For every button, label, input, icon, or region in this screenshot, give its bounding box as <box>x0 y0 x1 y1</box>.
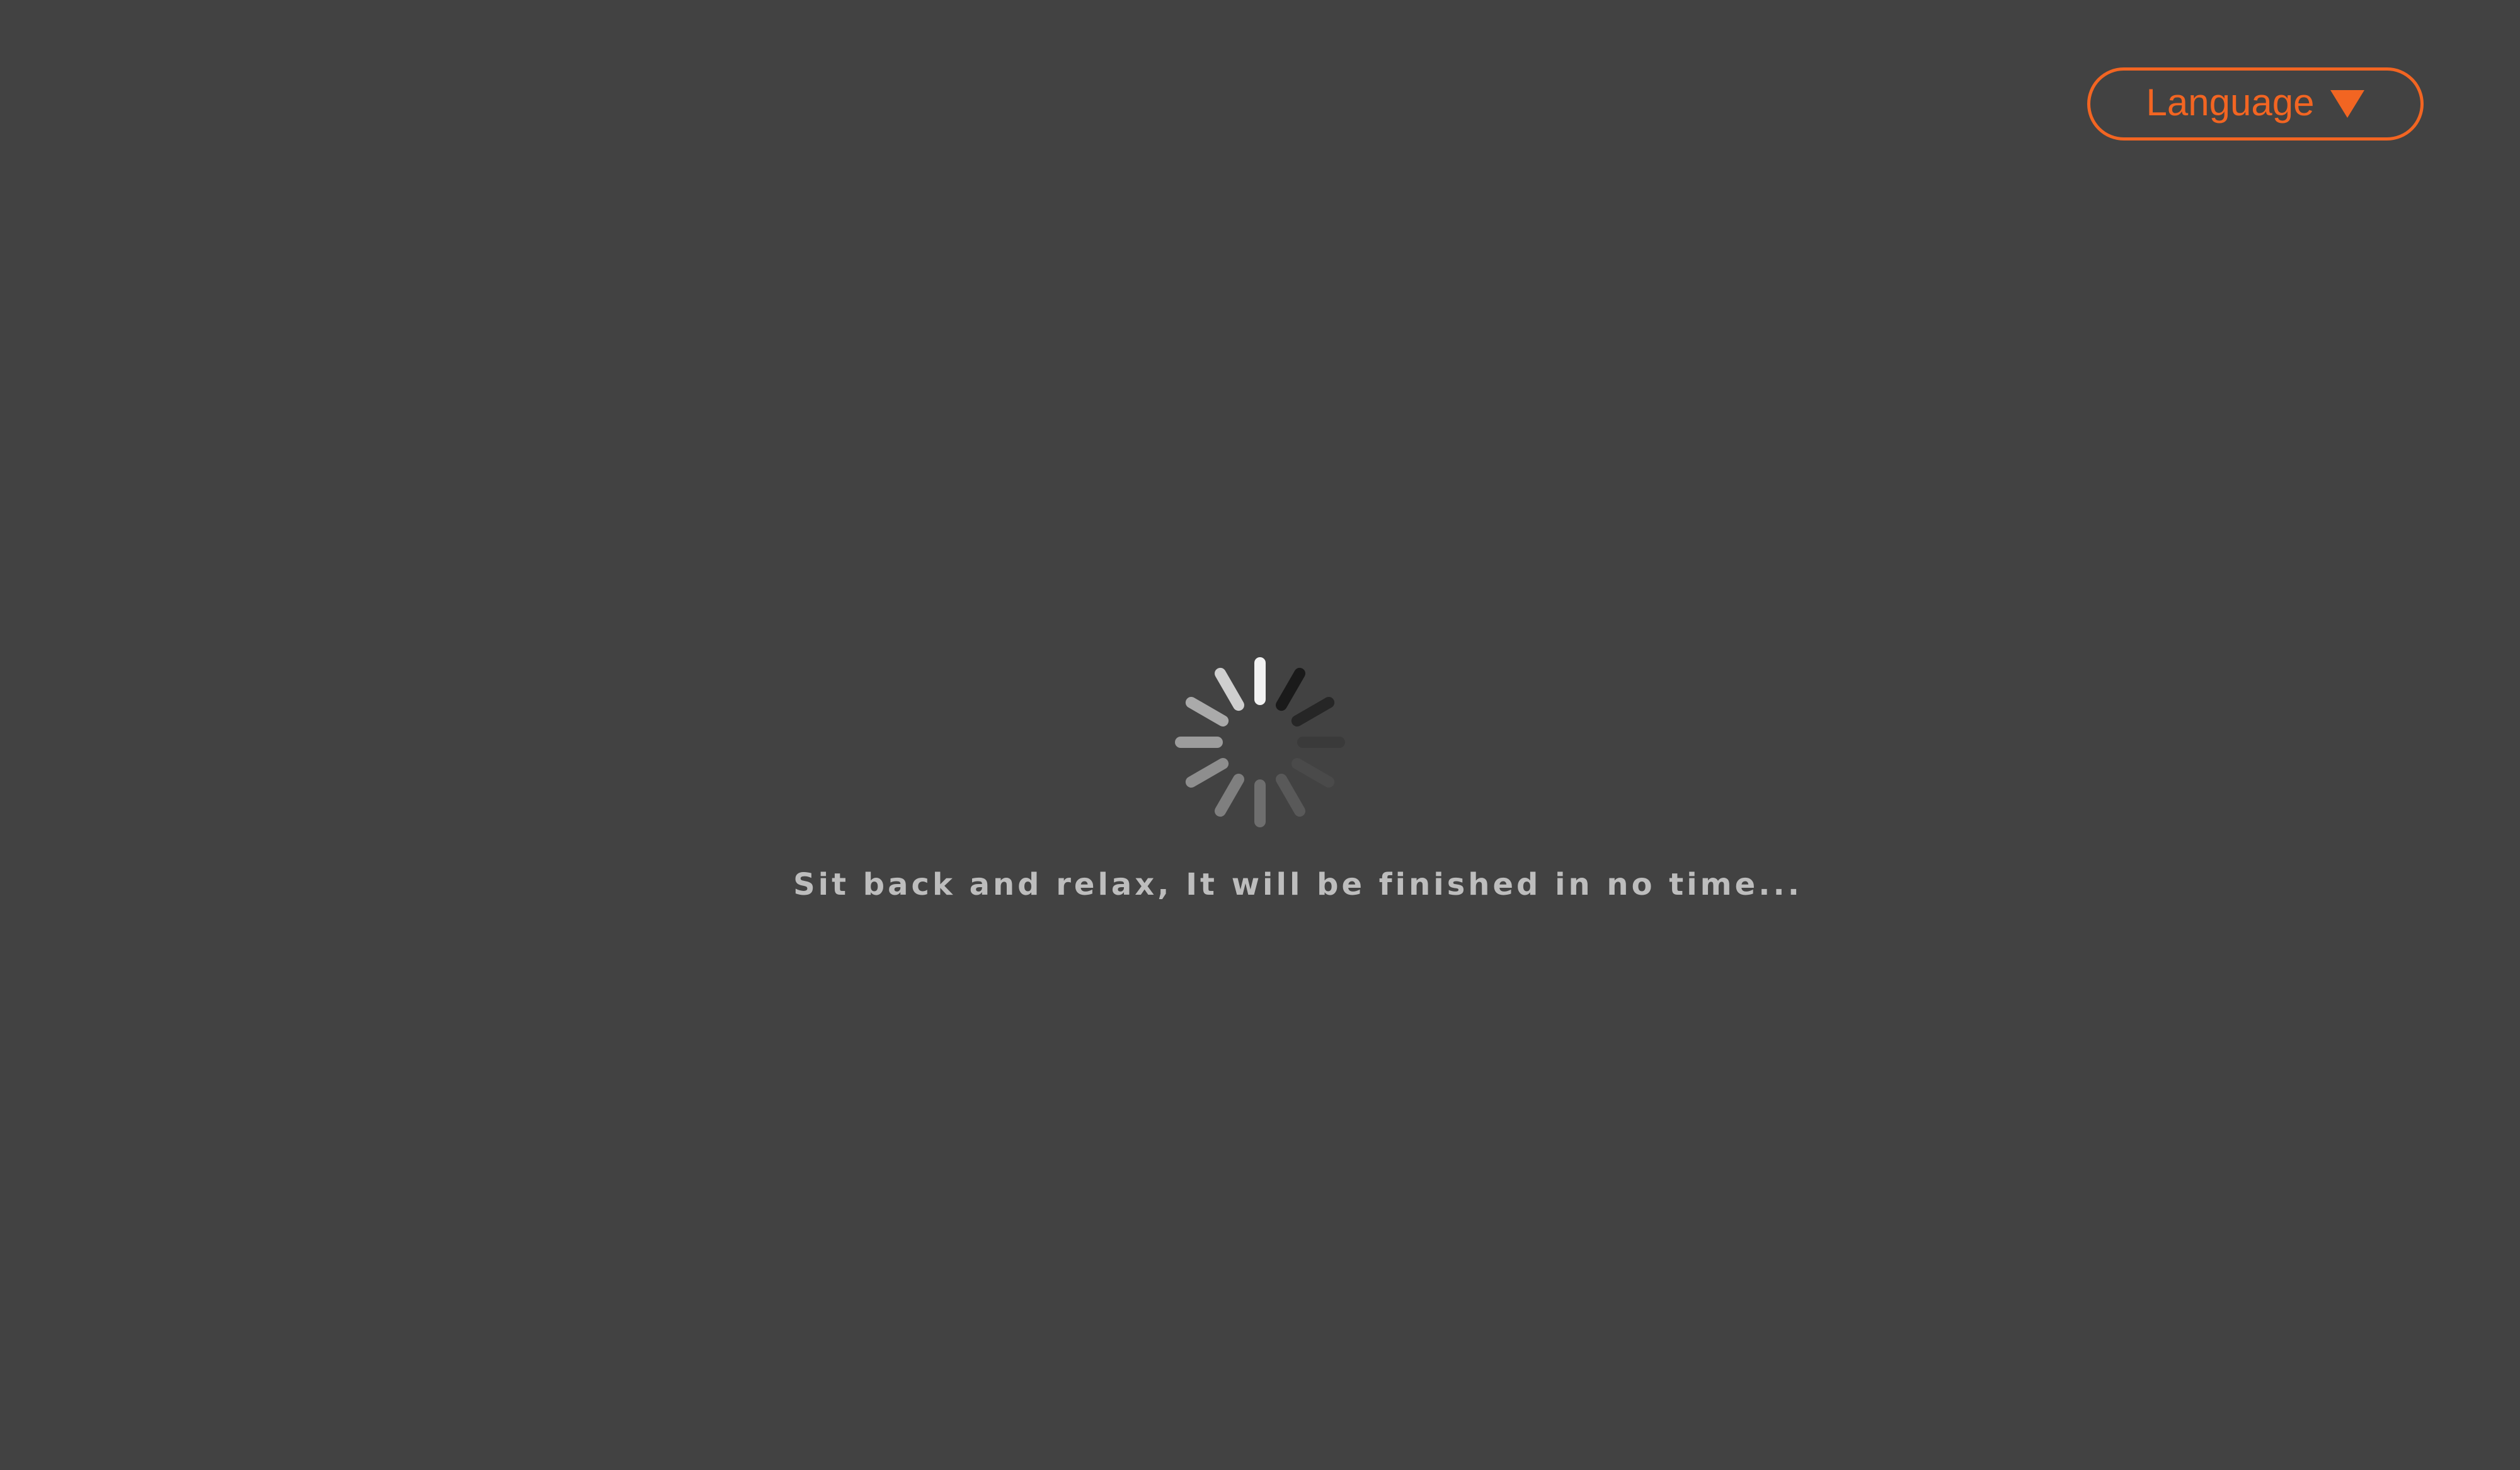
loading-message: Sit back and relax, It will be finished … <box>793 867 1802 902</box>
spinner-spoke <box>1185 758 1229 788</box>
spinner-spoke <box>1215 773 1244 817</box>
spinner-spoke <box>1291 697 1335 726</box>
spinner-spoke <box>1215 667 1244 711</box>
spinner-spoke <box>1276 667 1305 711</box>
language-label: Language <box>2146 81 2315 123</box>
spinner-spoke <box>1291 758 1335 788</box>
spinner-spoke <box>1185 697 1229 726</box>
spinner-spoke <box>1276 773 1305 817</box>
caret-down-icon <box>2330 90 2365 118</box>
loading-screen: Language Sit back and relax, It will be … <box>0 0 2520 1470</box>
loading-spinner-icon <box>1175 657 1345 827</box>
language-dropdown-button[interactable]: Language <box>2087 67 2424 141</box>
